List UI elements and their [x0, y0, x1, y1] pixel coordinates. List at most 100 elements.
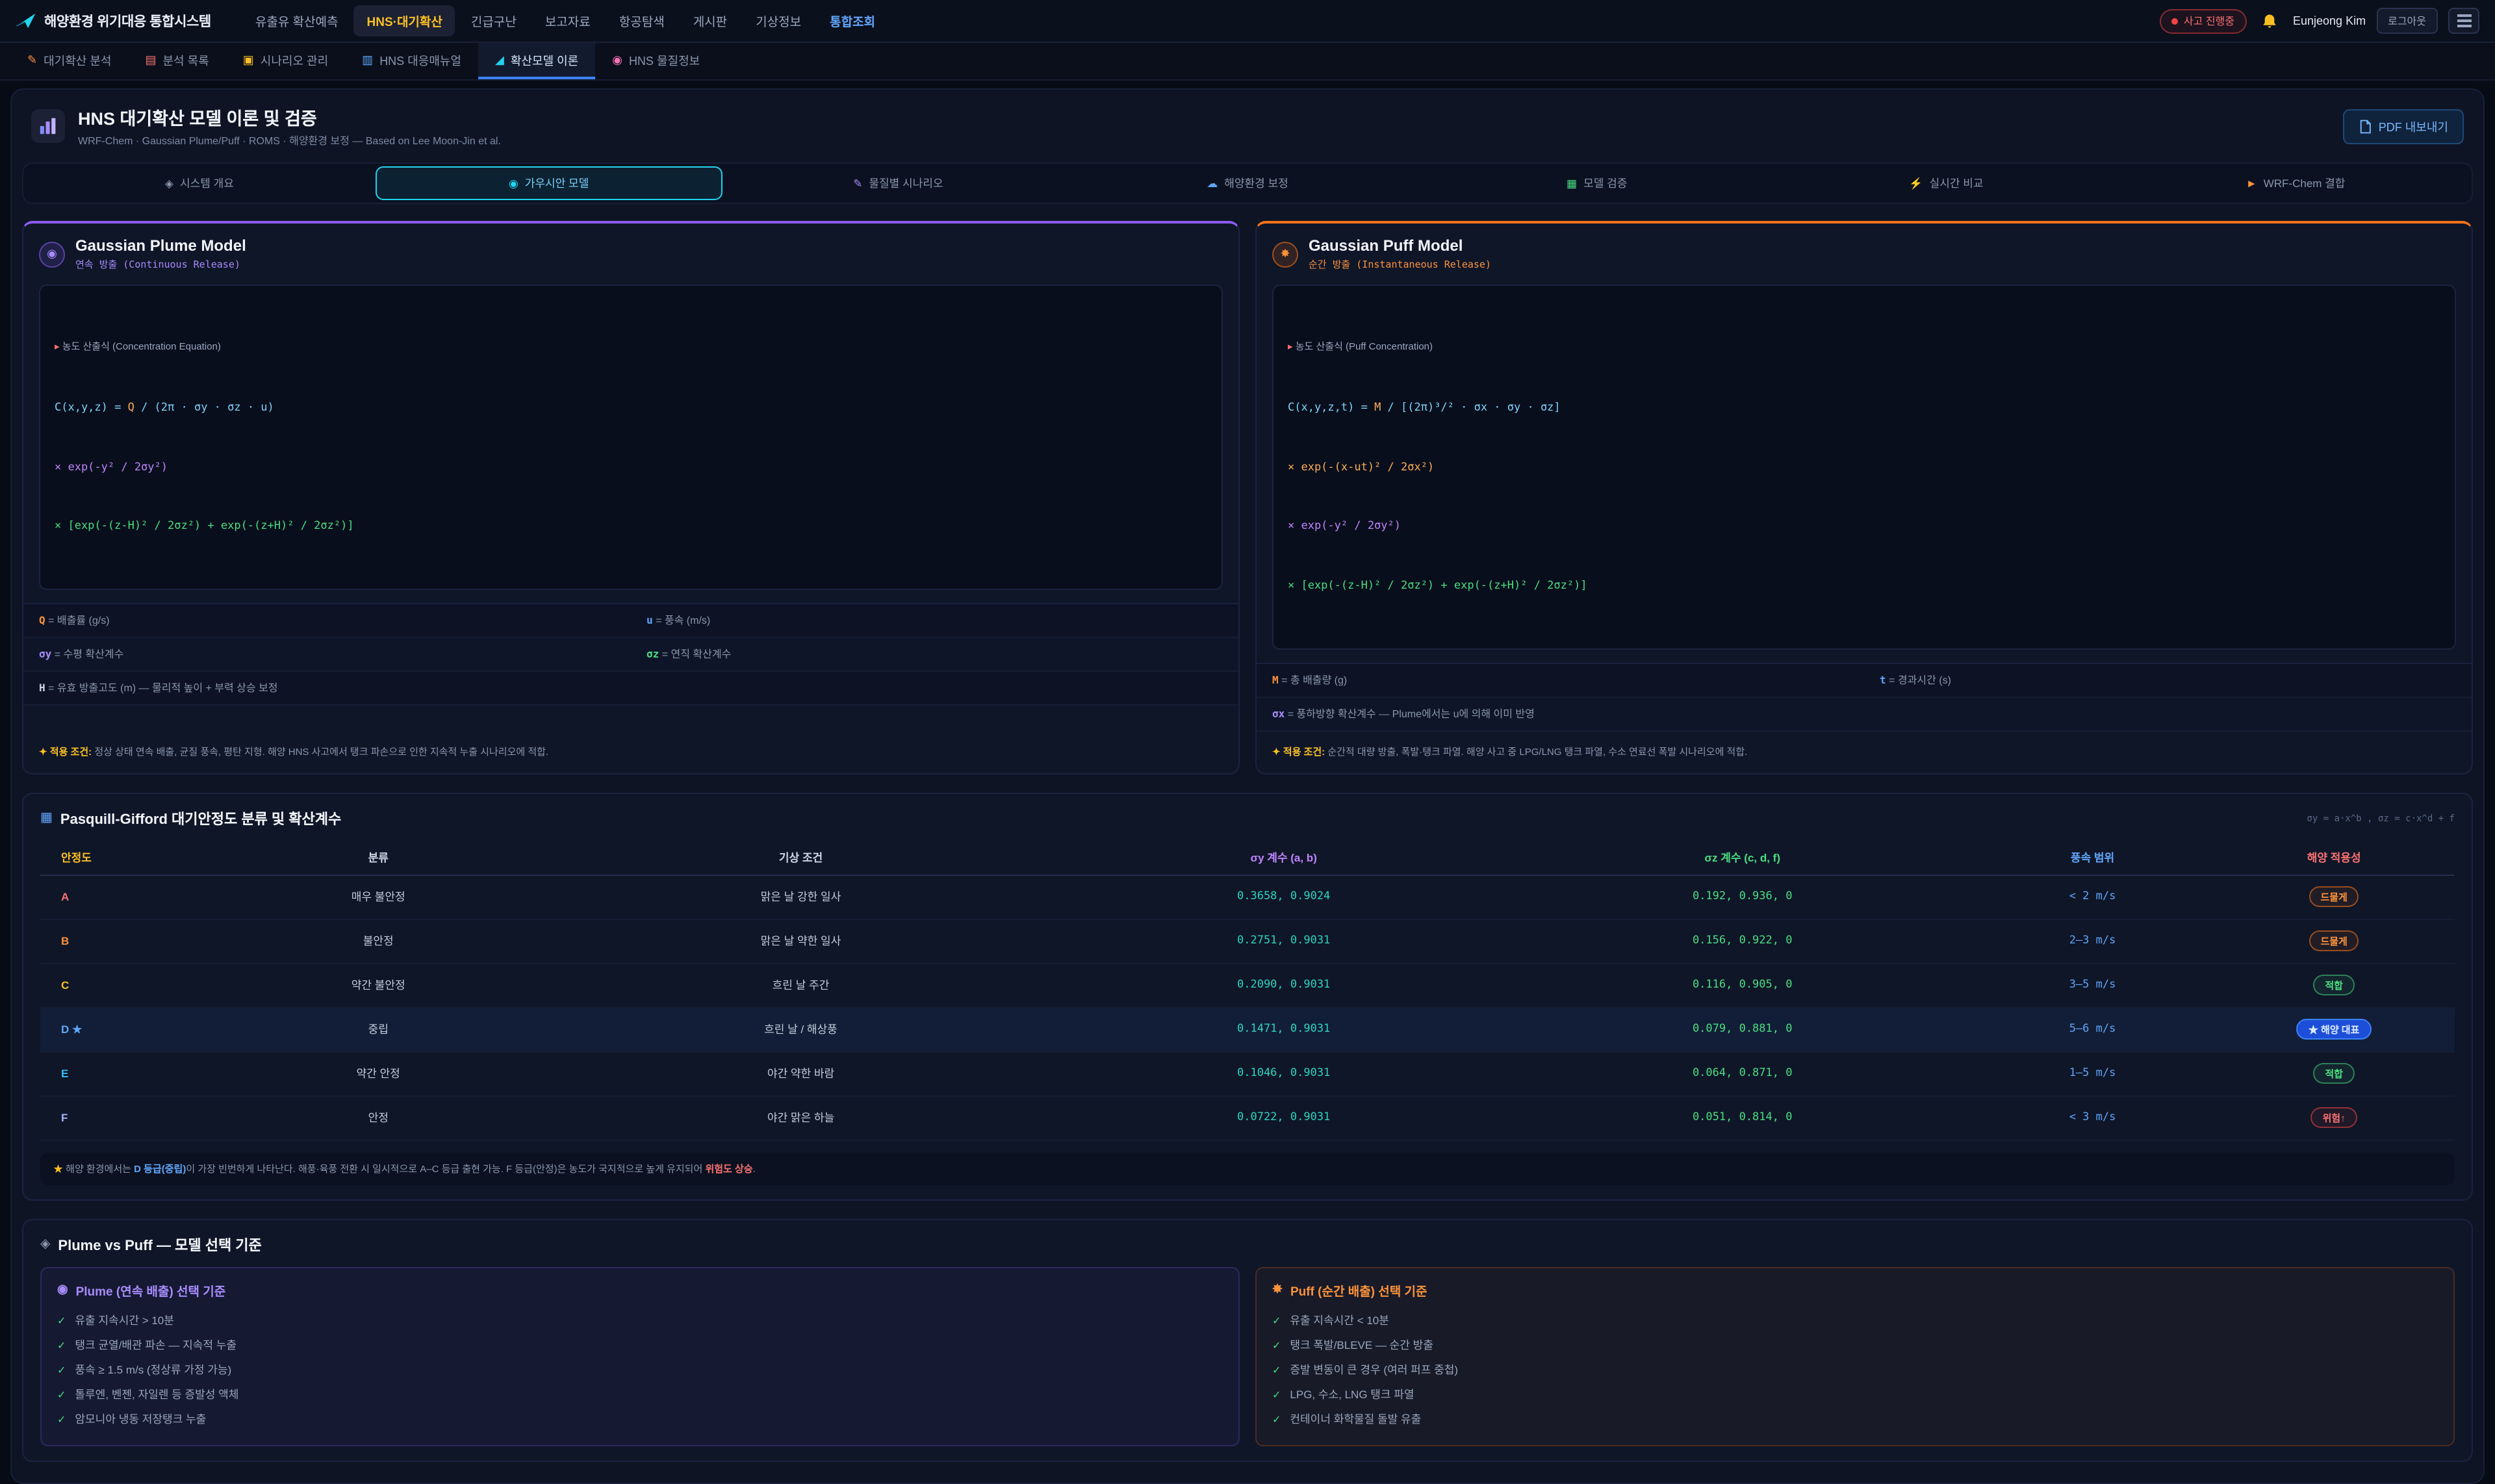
- plume-parameter-grid: Q = 배출률 (g/s) u = 풍속 (m/s) σy = 수평 확산계수 …: [23, 604, 1238, 706]
- menu-item-aerial-search[interactable]: 항공탐색: [606, 5, 678, 36]
- menu-item-emergency-rescue[interactable]: 긴급구난: [458, 5, 530, 36]
- col-sigma-z: σz 계수 (c, d, f): [1513, 840, 1972, 875]
- col-weather: 기상 조건: [547, 840, 1054, 875]
- content-panel: HNS 대기확산 모델 이론 및 검증 WRF-Chem · Gaussian …: [10, 88, 2485, 1484]
- puff-formula-line-1: C(x,y,z,t) = M / [(2π)³/² · σx · σy · σz…: [1288, 398, 2440, 418]
- plume-card-header: ◉ Gaussian Plume Model 연속 방출 (Continuous…: [23, 224, 1238, 282]
- subnav-item-hns-manual[interactable]: ▥ HNS 대응매뉴얼: [345, 43, 478, 79]
- menu-item-integrated-search[interactable]: 통합조회: [817, 5, 888, 36]
- document-icon: [2359, 119, 2372, 133]
- top-navigation-bar: 해양환경 위기대응 통합시스템 유출유 확산예측 HNS·대기확산 긴급구난 보…: [0, 0, 2495, 43]
- star-icon: ★: [53, 1162, 63, 1174]
- puff-formula-line-2: × exp(-(x-ut)² / 2σx²): [1288, 458, 2440, 478]
- criteria-item: ✓유출 지속시간 < 10분: [1272, 1309, 2438, 1333]
- status-badge: 드물게: [2309, 930, 2359, 951]
- stability-table-header: ▦ Pasquill-Gifford 대기안정도 분류 및 확산계수 σy = …: [40, 808, 2455, 828]
- puff-equation-label: 농도 산출식 (Puff Concentration): [1296, 340, 1433, 352]
- check-icon: ✓: [57, 1365, 66, 1377]
- menu-item-board[interactable]: 게시판: [680, 5, 740, 36]
- plume-equation-block: ▸ 농도 산출식 (Concentration Equation) C(x,y,…: [39, 285, 1223, 591]
- plume-criteria-title: Plume (연속 배출) 선택 기준: [76, 1281, 226, 1299]
- puff-bullet-icon: ✸: [1272, 1283, 1283, 1298]
- gaussian-model-cards: ◉ Gaussian Plume Model 연속 방출 (Continuous…: [22, 221, 2473, 774]
- plume-criteria-panel: ◉ Plume (연속 배출) 선택 기준 ✓유출 지속시간 > 10분 ✓탱크…: [40, 1267, 1240, 1446]
- grid-icon: ▦: [1567, 176, 1577, 190]
- flask-icon: ◉: [612, 53, 622, 67]
- param-M: M = 총 배출량 (g): [1257, 665, 1864, 698]
- wing-logo-icon: [16, 12, 36, 30]
- puff-formula-line-3: × exp(-y² / 2σy²): [1288, 518, 2440, 538]
- scenario-pencil-icon: ✎: [853, 176, 862, 190]
- check-icon: ✓: [57, 1414, 66, 1426]
- criteria-item: ✓톨루엔, 벤젠, 자일렌 등 증발성 액체: [57, 1383, 1223, 1407]
- criteria-item: ✓LPG, 수소, LNG 탱크 파열: [1272, 1383, 2438, 1407]
- page-subtitle: WRF-Chem · Gaussian Plume/Puff · ROMS · …: [78, 134, 501, 148]
- criteria-item: ✓유출 지속시간 > 10분: [57, 1309, 1223, 1333]
- status-badge: 적합: [2313, 975, 2355, 995]
- subnav-item-scenario-management[interactable]: ▣ 시나리오 관리: [226, 43, 345, 79]
- puff-card-header: ✸ Gaussian Puff Model 순간 방출 (Instantaneo…: [1257, 224, 2472, 282]
- notifications-button[interactable]: [2257, 8, 2283, 34]
- subnav-item-analysis-list[interactable]: ▤ 분석 목록: [128, 43, 225, 79]
- pdf-export-label: PDF 내보내기: [2379, 118, 2448, 134]
- tab-marine-correction[interactable]: ☁ 해양환경 보정: [1074, 166, 1421, 200]
- col-grade: 안정도: [40, 840, 209, 875]
- page-header: HNS 대기확산 모델 이론 및 검증 WRF-Chem · Gaussian …: [12, 90, 2483, 160]
- pasquill-gifford-table: 안정도 분류 기상 조건 σy 계수 (a, b) σz 계수 (c, d, f…: [40, 840, 2455, 1140]
- param-sigma-y: σy = 수평 확산계수: [23, 639, 631, 672]
- pdf-export-button[interactable]: PDF 내보내기: [2344, 109, 2464, 144]
- col-sigma-y: σy 계수 (a, b): [1055, 840, 1513, 875]
- criteria-item: ✓증발 변동이 큰 경우 (여러 퍼프 중첩): [1272, 1358, 2438, 1383]
- tab-realtime-comparison[interactable]: ⚡ 실시간 비교: [1773, 166, 2120, 200]
- subnav-item-hns-substance-info[interactable]: ◉ HNS 물질정보: [595, 43, 717, 79]
- plume-equation-label: 농도 산출식 (Concentration Equation): [62, 340, 221, 352]
- lightbulb-icon: ✦: [1272, 747, 1281, 758]
- param-t: t = 경과시간 (s): [1864, 665, 2472, 698]
- subnav-item-model-theory[interactable]: ◢ 확산모델 이론: [478, 43, 595, 79]
- versus-icon: ◈: [40, 1238, 50, 1252]
- rocket-icon: ►: [2246, 177, 2257, 190]
- tab-gaussian-model[interactable]: ◉ 가우시안 모델: [376, 166, 723, 200]
- plume-bullet-icon: ◉: [57, 1283, 68, 1298]
- menu-item-weather-info[interactable]: 기상정보: [743, 5, 814, 36]
- logout-button[interactable]: 로그아웃: [2376, 8, 2438, 34]
- puff-model-card: ✸ Gaussian Puff Model 순간 방출 (Instantaneo…: [1255, 221, 2473, 774]
- model-selection-columns: ◉ Plume (연속 배출) 선택 기준 ✓유출 지속시간 > 10분 ✓탱크…: [40, 1267, 2455, 1446]
- check-icon: ✓: [57, 1390, 66, 1401]
- tab-wrf-chem[interactable]: ► WRF-Chem 결합: [2122, 166, 2469, 200]
- sigma-formula-note: σy = a·x^b , σz = c·x^d + f: [2307, 813, 2455, 823]
- plume-model-card: ◉ Gaussian Plume Model 연속 방출 (Continuous…: [22, 221, 1240, 774]
- table-row: C 약간 불안정 흐린 날 주간 0.2090, 0.9031 0.116, 0…: [40, 963, 2455, 1007]
- incident-dot-icon: [2172, 18, 2179, 24]
- folder-icon: ▣: [243, 53, 254, 67]
- model-selection-title: Plume vs Puff — 모델 선택 기준: [58, 1235, 261, 1255]
- table-icon: ▦: [40, 811, 53, 825]
- list-icon: ▤: [145, 53, 156, 67]
- table-header-row: 안정도 분류 기상 조건 σy 계수 (a, b) σz 계수 (c, d, f…: [40, 840, 2455, 875]
- hamburger-menu-button[interactable]: [2448, 8, 2479, 34]
- menu-item-oil-spill-prediction[interactable]: 유출유 확산예측: [242, 5, 352, 36]
- check-icon: ✓: [1272, 1340, 1281, 1352]
- plume-card-title: Gaussian Plume Model: [75, 237, 246, 255]
- tab-model-validation[interactable]: ▦ 모델 검증: [1424, 166, 1771, 200]
- status-badge: 드물게: [2309, 886, 2359, 907]
- menu-item-hns-atmospheric[interactable]: HNS·대기확산: [354, 5, 455, 36]
- plume-formula-line-1: C(x,y,z) = Q / (2π · σy · σz · u): [55, 398, 1207, 418]
- tab-substance-scenarios[interactable]: ✎ 물질별 시나리오: [724, 166, 1071, 200]
- col-class: 분류: [209, 840, 547, 875]
- plume-formula-line-3: × [exp(-(z-H)² / 2σz²) + exp(-(z+H)² / 2…: [55, 518, 1207, 538]
- tab-system-overview[interactable]: ◈ 시스템 개요: [26, 166, 373, 200]
- page-header-text: HNS 대기확산 모델 이론 및 검증 WRF-Chem · Gaussian …: [78, 104, 501, 148]
- subnav-item-diffusion-analysis[interactable]: ✎ 대기확산 분석: [10, 43, 128, 79]
- bell-icon: [2261, 12, 2278, 29]
- param-sigma-x: σx = 풍하방향 확산계수 — Plume에서는 u에 의해 이미 반영: [1257, 698, 2472, 732]
- model-selection-section: ◈ Plume vs Puff — 모델 선택 기준 ◉ Plume (연속 배…: [22, 1219, 2473, 1462]
- page-title: HNS 대기확산 모델 이론 및 검증: [78, 104, 501, 130]
- status-badge: ★ 해양 대표: [2297, 1019, 2372, 1040]
- menu-item-reports[interactable]: 보고자료: [532, 5, 604, 36]
- param-u: u = 풍속 (m/s): [631, 605, 1238, 639]
- puff-applicability-note: ✦ 적용 조건: 순간적 대량 방출, 폭발·탱크 파열. 해양 사고 중 LP…: [1257, 732, 2472, 773]
- puff-equation-block: ▸ 농도 산출식 (Puff Concentration) C(x,y,z,t)…: [1272, 285, 2456, 650]
- subnav-label: HNS 물질정보: [629, 51, 700, 68]
- book-icon: ▥: [362, 53, 373, 67]
